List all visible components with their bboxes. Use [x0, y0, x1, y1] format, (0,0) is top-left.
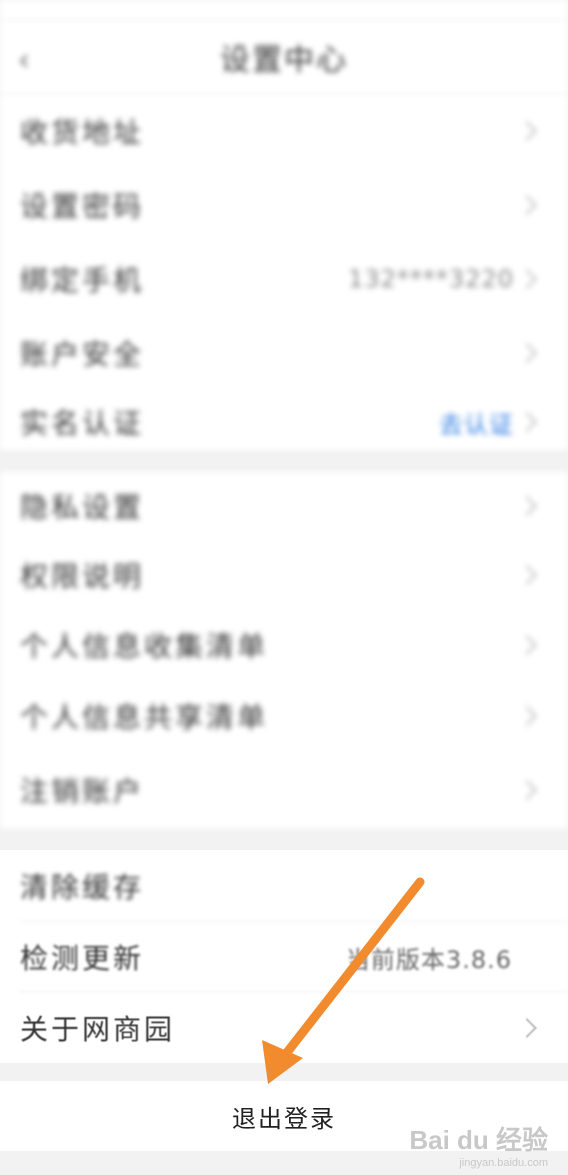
settings-row-privacy[interactable]: 隐私设置 — [0, 472, 568, 540]
chevron-right-icon — [517, 496, 537, 516]
row-label: 个人信息共享清单 — [20, 701, 269, 734]
chevron-right-icon — [517, 195, 537, 215]
version-value: 当前版本3.8.6 — [345, 945, 512, 974]
row-label: 注销账户 — [20, 775, 145, 808]
logout-label: 退出登录 — [232, 1104, 336, 1133]
chevron-right-icon — [517, 343, 537, 363]
chevron-right-icon — [517, 121, 537, 141]
chevron-right-icon — [517, 269, 537, 289]
settings-row-phone[interactable]: 绑定手机 132****3220 — [0, 242, 568, 316]
settings-row-clear-cache[interactable]: 清除缓存 — [0, 850, 568, 922]
settings-row-info-sharing[interactable]: 个人信息共享清单 — [0, 680, 568, 752]
chevron-right-icon — [517, 565, 537, 585]
settings-row-account-security[interactable]: 账户安全 — [0, 316, 568, 390]
settings-row-info-collection[interactable]: 个人信息收集清单 — [0, 610, 568, 680]
settings-group-app: 清除缓存 检测更新 当前版本3.8.6 关于网商园 — [0, 850, 568, 1063]
page-title: 设置中心 — [220, 43, 348, 78]
chevron-right-icon — [517, 1017, 537, 1038]
settings-group-privacy: 隐私设置 权限说明 个人信息收集清单 个人信息共享清单 注销账户 — [0, 472, 568, 828]
watermark-brand: Bai du 经验 — [409, 1125, 548, 1155]
chevron-right-icon — [517, 706, 537, 726]
chevron-right-icon — [517, 412, 537, 432]
settings-row-deactivate[interactable]: 注销账户 — [0, 752, 568, 828]
row-label: 设置密码 — [20, 190, 145, 223]
row-label: 检测更新 — [20, 942, 145, 975]
chevron-right-icon — [517, 635, 537, 655]
row-label: 权限说明 — [20, 560, 145, 593]
settings-group-account: 收货地址 设置密码 绑定手机 132****3220 账户安全 实名认证 去认证 — [0, 94, 568, 450]
nav-bar: ‹ 设置中心 — [0, 20, 568, 94]
status-bar — [0, 0, 568, 20]
row-label: 实名认证 — [20, 407, 145, 440]
settings-row-verification[interactable]: 实名认证 去认证 — [0, 390, 568, 454]
row-label: 隐私设置 — [20, 491, 145, 524]
row-label: 绑定手机 — [20, 264, 145, 297]
verify-link[interactable]: 去认证 — [439, 405, 514, 440]
phone-value: 132****3220 — [348, 265, 514, 293]
chevron-left-icon[interactable]: ‹ — [18, 46, 30, 76]
row-label: 账户安全 — [20, 338, 145, 371]
row-label: 清除缓存 — [20, 871, 145, 904]
row-label: 个人信息收集清单 — [20, 630, 269, 663]
settings-row-about[interactable]: 关于网商园 — [0, 992, 568, 1063]
watermark-logo: Bai du 经验 jingyan.baidu.com — [409, 1120, 548, 1169]
settings-row-permissions[interactable]: 权限说明 — [0, 540, 568, 610]
watermark-url: jingyan.baidu.com — [459, 1157, 548, 1169]
settings-row-password[interactable]: 设置密码 — [0, 168, 568, 242]
settings-row-check-update[interactable]: 检测更新 当前版本3.8.6 — [0, 922, 568, 992]
row-label: 关于网商园 — [20, 1012, 176, 1046]
row-label: 收货地址 — [20, 116, 145, 149]
settings-row-address[interactable]: 收货地址 — [0, 94, 568, 168]
chevron-right-icon — [517, 780, 537, 800]
